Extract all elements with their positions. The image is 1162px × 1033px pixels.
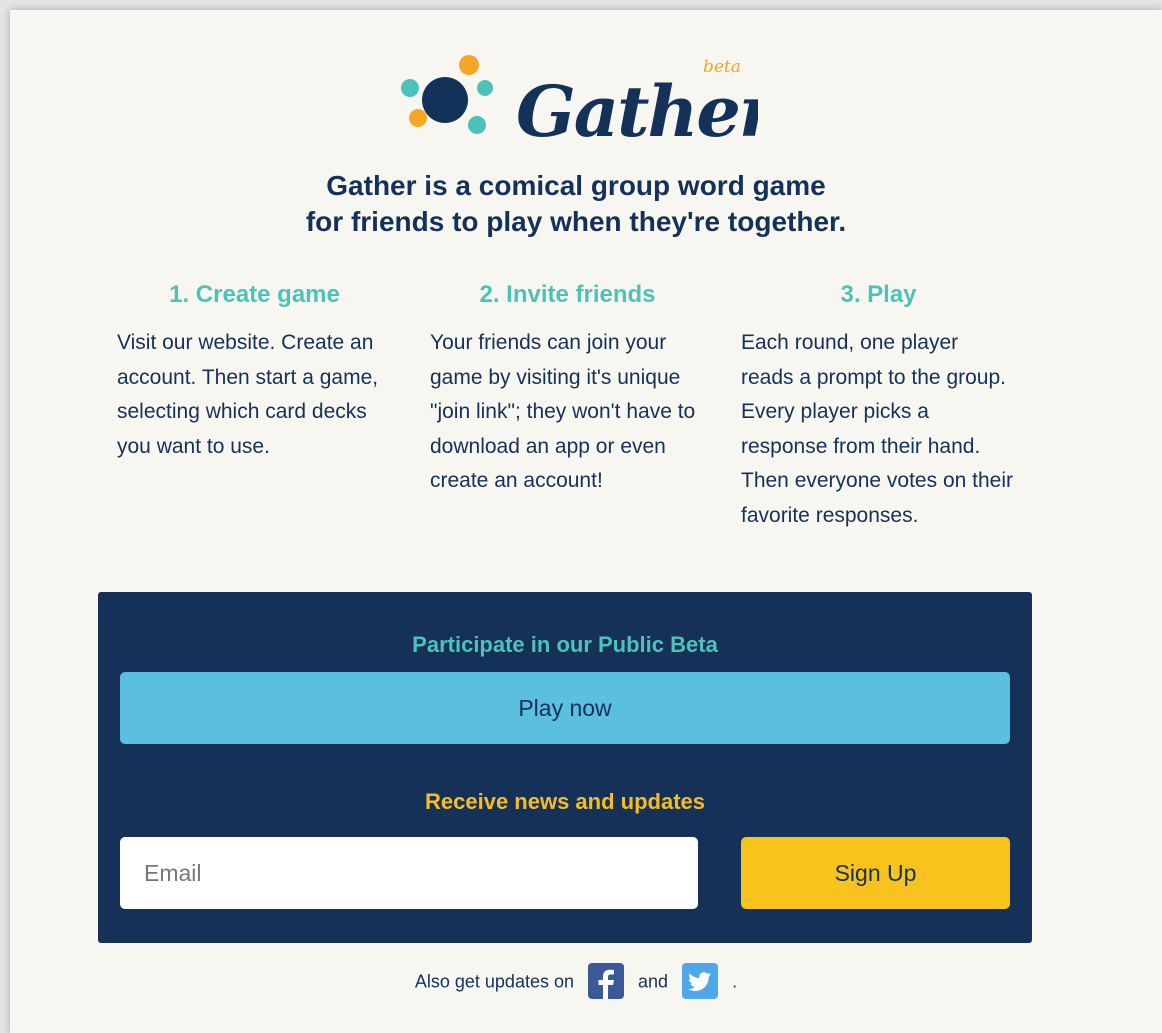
logo-center-dot [422,77,468,123]
step-body: Your friends can join your game by visit… [430,331,696,492]
tagline: Gather is a comical group word game for … [10,168,1142,240]
sign-up-button[interactable]: Sign Up [741,837,1010,909]
logo-dot-orange-left [409,109,427,127]
facebook-icon[interactable] [588,963,625,1000]
footer-and: and [638,971,669,992]
signup-panel: Participate in our Public Beta Play now … [98,592,1032,943]
footer-prefix: Also get updates on [414,971,574,992]
public-beta-heading: Participate in our Public Beta [412,632,718,657]
step-body: Each round, one player reads a prompt to… [741,331,1013,527]
news-heading: Receive news and updates [425,789,705,814]
step-title: 3. Play [840,281,917,308]
step-title: 2. Invite friends [479,281,656,308]
social-footer: Also get updates on and . [10,961,1142,1000]
landing-page: Gather beta Gather is a comical group wo… [10,10,1162,1033]
footer-suffix: . [732,971,738,992]
email-input[interactable] [120,837,698,909]
logo-dot-teal-bottom [468,116,486,134]
twitter-icon[interactable] [682,963,719,1000]
step-title: 1. Create game [169,281,340,308]
step-invite-friends: 2. Invite friends Your friends can join … [430,280,705,499]
step-create-game: 1. Create game Visit our website. Create… [117,280,392,464]
step-play: 3. Play Each round, one player reads a p… [741,280,1016,533]
logo-dot-teal-left [401,79,419,97]
logo-dot-orange-top [459,55,479,75]
logo-dot-teal-right [477,80,493,96]
beta-badge: beta [703,57,741,77]
step-body: Visit our website. Create an account. Th… [117,331,379,458]
gather-logo: Gather beta [401,55,758,145]
logo-wordmark: Gather [516,70,758,145]
tagline-line-2: for friends to play when they're togethe… [305,206,847,237]
play-now-button[interactable]: Play now [120,672,1010,744]
tagline-line-1: Gather is a comical group word game [326,170,826,201]
